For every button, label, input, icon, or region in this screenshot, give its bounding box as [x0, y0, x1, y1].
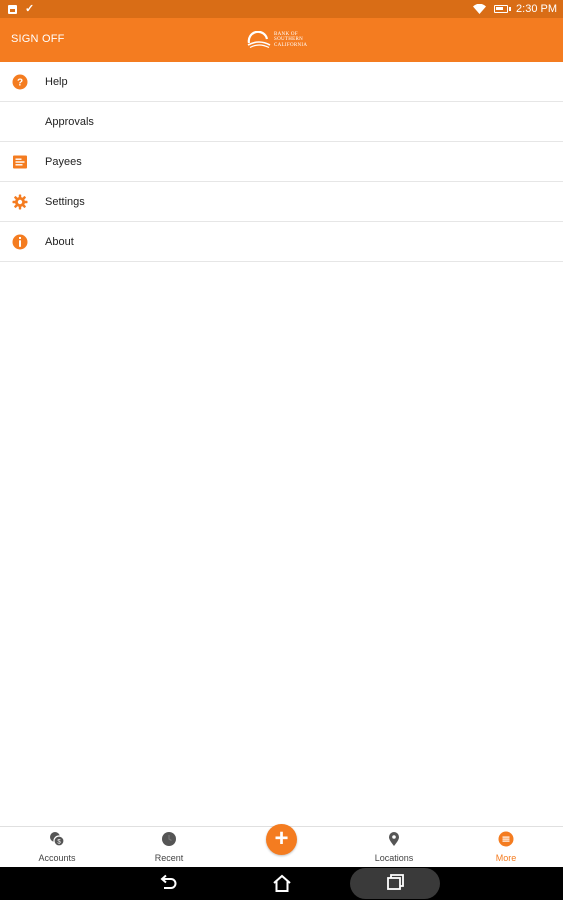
menu-item-approvals[interactable]: Approvals	[0, 102, 563, 142]
bank-logo-text: BANK OF SOUTHERN CALIFORNIA	[274, 32, 307, 49]
tab-more[interactable]: More	[461, 827, 551, 868]
more-icon	[498, 831, 514, 847]
tab-accounts[interactable]: $ Accounts	[12, 827, 102, 868]
sign-off-button[interactable]: SIGN OFF	[11, 33, 65, 45]
accounts-icon: $	[50, 832, 65, 847]
bank-logo-icon	[247, 31, 271, 49]
help-icon: ?	[12, 74, 28, 90]
menu-item-label: Payees	[45, 155, 82, 168]
gear-icon	[12, 194, 28, 210]
tab-recent[interactable]: Recent	[124, 827, 214, 868]
home-icon	[273, 874, 291, 892]
system-nav-bar	[0, 867, 563, 900]
status-bar-right: 2:30 PM	[473, 3, 557, 15]
tab-label: More	[495, 853, 517, 863]
status-bar: ✓ 2:30 PM	[0, 0, 563, 18]
status-time: 2:30 PM	[516, 3, 557, 15]
tab-locations[interactable]: Locations	[349, 827, 439, 868]
logo-line: CALIFORNIA	[274, 42, 308, 48]
add-button[interactable]: +	[266, 824, 297, 855]
location-pin-icon	[389, 832, 399, 846]
menu-item-payees[interactable]: Payees	[0, 142, 563, 182]
menu-item-settings[interactable]: Settings	[0, 182, 563, 222]
menu-item-help[interactable]: ? Help	[0, 62, 563, 102]
more-menu-list: ? Help Approvals Payees Settings About	[0, 62, 563, 262]
recent-apps-button[interactable]	[350, 868, 440, 899]
image-notification-icon	[8, 4, 17, 14]
tab-label: Locations	[374, 853, 414, 863]
check-notification-icon: ✓	[25, 2, 35, 15]
menu-item-label: Settings	[45, 195, 85, 208]
recent-apps-icon	[387, 874, 404, 890]
payees-icon	[13, 155, 27, 169]
tab-label: Accounts	[38, 853, 76, 863]
wifi-icon	[473, 4, 487, 14]
back-icon	[160, 874, 177, 889]
battery-icon	[494, 5, 512, 13]
info-icon	[12, 234, 28, 250]
menu-item-label: Approvals	[45, 115, 94, 128]
back-button[interactable]	[150, 867, 186, 900]
bank-logo: BANK OF SOUTHERN CALIFORNIA	[247, 29, 319, 51]
menu-item-about[interactable]: About	[0, 222, 563, 262]
app-header: SIGN OFF BANK OF SOUTHERN CALIFORNIA	[0, 18, 563, 62]
menu-item-label: Help	[45, 75, 68, 88]
home-button[interactable]	[264, 867, 300, 900]
recent-icon	[162, 832, 176, 846]
svg-text:?: ?	[17, 78, 23, 89]
menu-item-label: About	[45, 235, 74, 248]
tab-label: Recent	[154, 853, 184, 863]
status-bar-left: ✓	[8, 2, 35, 15]
